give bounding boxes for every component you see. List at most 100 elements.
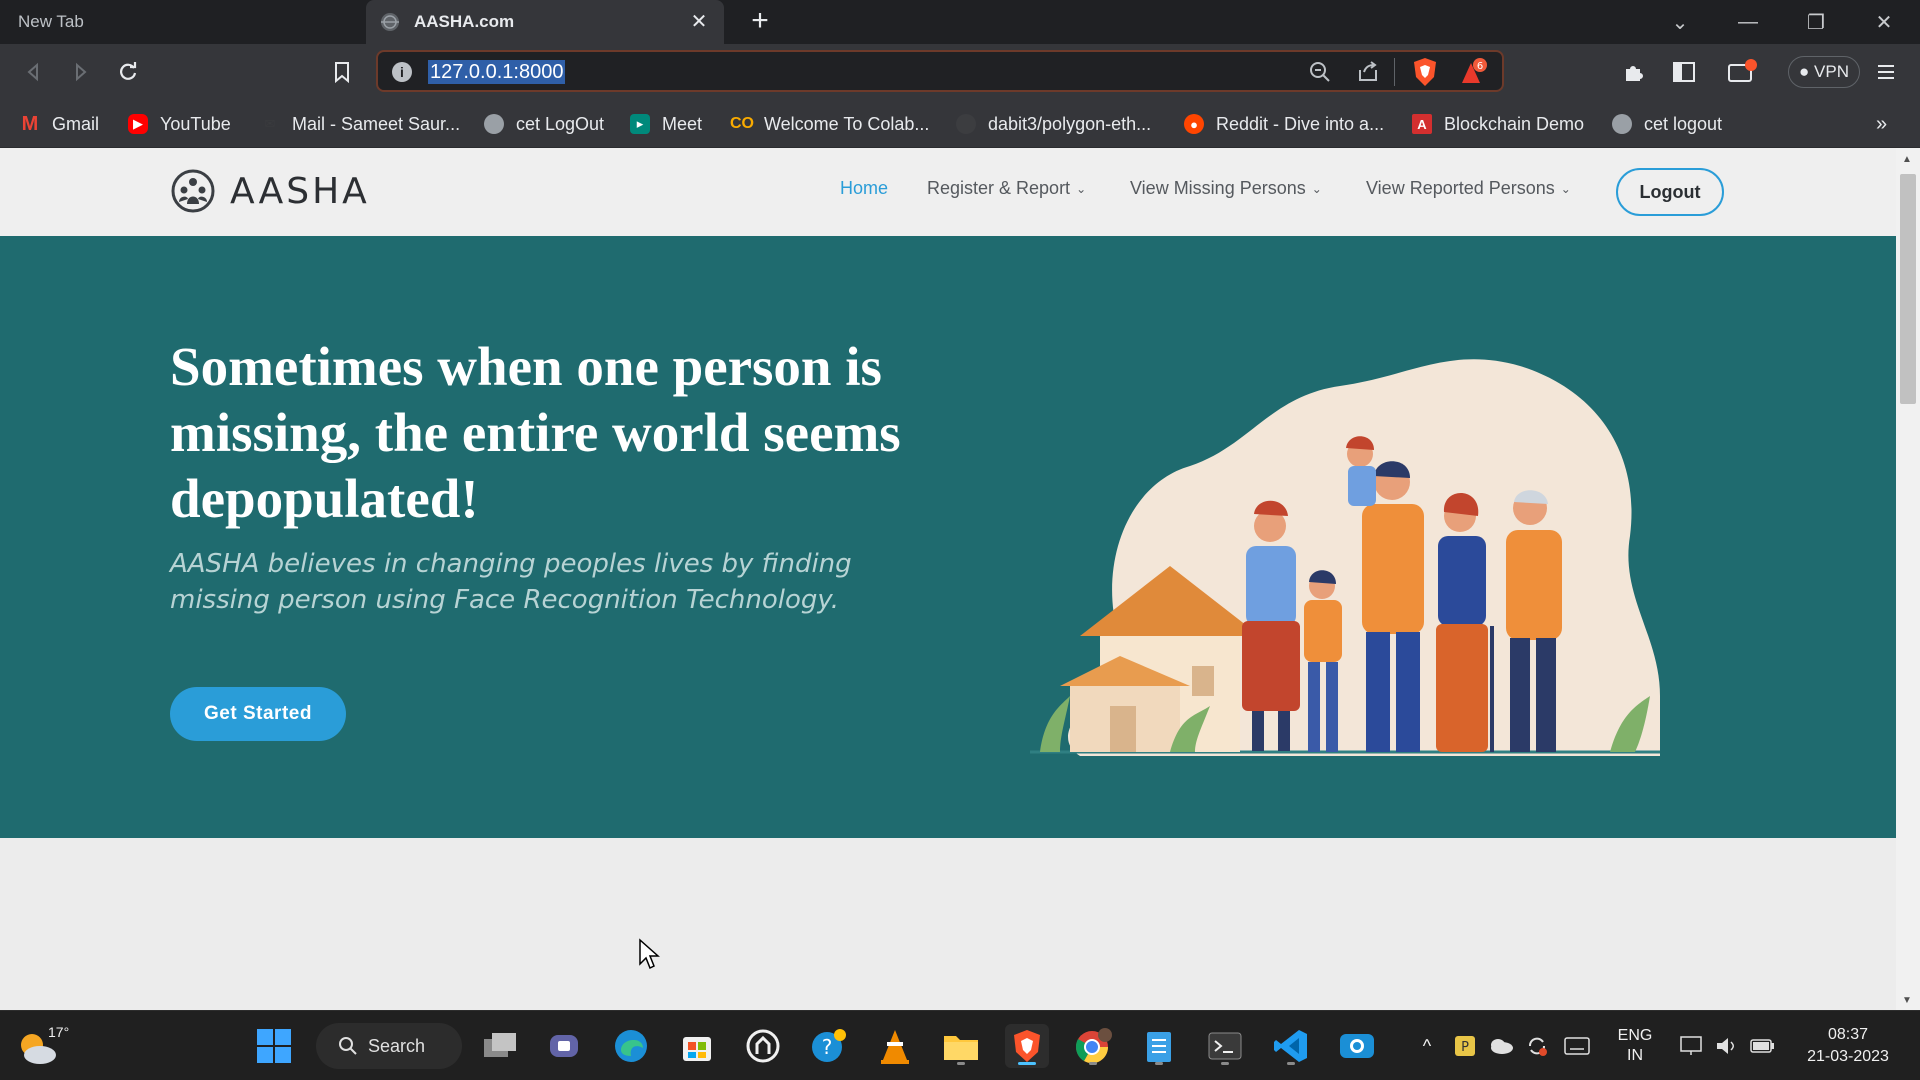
scroll-up-icon[interactable]: ▲ <box>1902 154 1912 165</box>
site-logo[interactable]: AASHA <box>170 168 370 214</box>
language-indicator[interactable]: ENG IN <box>1610 1011 1660 1080</box>
hero-section: Sometimes when one person is missing, th… <box>0 236 1896 838</box>
tab-search-icon[interactable]: ⌄ <box>1646 0 1714 44</box>
logout-button[interactable]: Logout <box>1616 168 1724 216</box>
mouse-cursor-icon <box>639 938 660 970</box>
browser-toolbar: i 127.0.0.1:8000 6 ● VPN <box>0 44 1920 100</box>
bookmark-youtube[interactable]: ▶ YouTube <box>128 110 231 138</box>
tray-app-icon[interactable]: P <box>1450 1011 1480 1080</box>
edge-icon[interactable] <box>609 1024 653 1068</box>
show-hidden-icons[interactable]: ^ <box>1412 1011 1442 1080</box>
sidebar-icon[interactable] <box>1668 56 1700 88</box>
zoom-icon[interactable] <box>1308 60 1332 89</box>
browser-tab-bar: New Tab AASHA.com ✕ + ⌄ — ❐ ✕ <box>0 0 1920 44</box>
scroll-down-icon[interactable]: ▼ <box>1902 995 1912 1006</box>
notepad-icon[interactable] <box>1137 1024 1181 1068</box>
tab-aasha[interactable]: AASHA.com ✕ <box>366 0 724 44</box>
divider <box>1394 58 1395 86</box>
svg-text:?: ? <box>822 1035 833 1059</box>
bookmark-icon[interactable] <box>326 56 358 88</box>
extensions-icon[interactable] <box>1618 56 1650 88</box>
task-view-icon[interactable] <box>478 1024 522 1068</box>
new-tab-button[interactable]: + <box>744 6 776 38</box>
brave-shields-icon[interactable] <box>1412 57 1438 92</box>
chrome-icon[interactable] <box>1071 1024 1115 1068</box>
camera-app-icon[interactable] <box>1335 1024 1379 1068</box>
terminal-icon[interactable] <box>1203 1024 1247 1068</box>
github-desktop-icon[interactable] <box>741 1024 785 1068</box>
wallet-icon[interactable] <box>1726 56 1758 88</box>
bookmark-gmail[interactable]: M Gmail <box>20 110 99 138</box>
hero-subtitle: AASHA believes in changing peoples lives… <box>170 549 852 615</box>
globe-icon <box>381 13 399 31</box>
taskbar-search[interactable]: Search <box>316 1023 462 1069</box>
search-icon <box>339 1037 357 1055</box>
nav-view-missing-persons[interactable]: View Missing Persons ⌄ <box>1130 178 1322 199</box>
reload-icon[interactable] <box>112 56 144 88</box>
brave-browser-icon[interactable] <box>1005 1024 1049 1068</box>
restore-icon[interactable]: ❐ <box>1782 0 1850 44</box>
close-window-icon[interactable]: ✕ <box>1850 0 1918 44</box>
meet-icon: ▸ <box>630 114 650 134</box>
tab-new-tab[interactable]: New Tab <box>0 0 364 44</box>
bookmark-blockchain-demo[interactable]: A Blockchain Demo <box>1412 110 1584 138</box>
address-bar[interactable]: i 127.0.0.1:8000 6 <box>376 50 1504 92</box>
bookmark-mail[interactable]: ✉ Mail - Sameet Saur... <box>260 110 461 138</box>
brave-rewards-icon[interactable]: 6 <box>1458 57 1488 92</box>
bookmark-cet-logout-2[interactable]: cet logout <box>1612 110 1722 138</box>
bookmark-meet[interactable]: ▸ Meet <box>630 110 702 138</box>
vpn-button[interactable]: ● VPN <box>1788 56 1860 88</box>
sync-icon[interactable] <box>1522 1011 1552 1080</box>
svg-text:P: P <box>1461 1040 1469 1055</box>
blockchain-demo-icon: A <box>1412 114 1432 134</box>
minimize-icon[interactable]: — <box>1714 0 1782 44</box>
bookmark-cet-logout[interactable]: cet LogOut <box>484 110 604 138</box>
help-icon[interactable]: ? <box>807 1024 851 1068</box>
onedrive-icon[interactable] <box>1486 1011 1516 1080</box>
chevron-down-icon: ⌄ <box>1076 181 1087 196</box>
bookmarks-overflow-button[interactable]: » <box>1876 110 1887 138</box>
microsoft-store-icon[interactable] <box>675 1024 719 1068</box>
menu-icon[interactable] <box>1870 56 1902 88</box>
web-page: AASHA Home Register & Report ⌄ View Miss… <box>0 148 1896 1010</box>
bookmark-reddit[interactable]: ● Reddit - Dive into a... <box>1184 110 1384 138</box>
scrollbar-thumb[interactable] <box>1900 174 1916 404</box>
youtube-icon: ▶ <box>128 114 148 134</box>
start-menu-icon[interactable] <box>252 1024 296 1068</box>
github-icon <box>956 114 976 134</box>
globe-icon <box>1612 114 1632 134</box>
tab-label: AASHA.com <box>414 12 515 31</box>
forward-icon[interactable] <box>64 56 96 88</box>
svg-text:6: 6 <box>1477 61 1483 72</box>
chevron-down-icon: ⌄ <box>1311 181 1322 196</box>
nav-view-reported-persons[interactable]: View Reported Persons ⌄ <box>1366 178 1571 199</box>
weather-widget[interactable]: 17° <box>14 1023 74 1069</box>
bookmark-colab[interactable]: CO Welcome To Colab... <box>730 110 929 138</box>
nav-register-report[interactable]: Register & Report ⌄ <box>927 178 1086 199</box>
gmail-icon: M <box>21 112 39 135</box>
site-navbar: AASHA Home Register & Report ⌄ View Miss… <box>0 148 1896 236</box>
bookmarks-bar: M Gmail ▶ YouTube ✉ Mail - Sameet Saur..… <box>0 100 1920 148</box>
clock[interactable]: 08:37 21-03-2023 <box>1790 1011 1906 1080</box>
page-scrollbar[interactable]: ▲ ▼ <box>1896 148 1920 1010</box>
chevron-down-icon: ⌄ <box>1560 181 1571 196</box>
share-icon[interactable] <box>1356 60 1380 89</box>
vlc-icon[interactable] <box>873 1024 917 1068</box>
volume-icon[interactable] <box>1712 1011 1742 1080</box>
family-illustration <box>1030 359 1660 756</box>
network-icon[interactable] <box>1676 1011 1706 1080</box>
mail-icon: ✉ <box>264 116 276 131</box>
get-started-button[interactable]: Get Started <box>170 687 346 741</box>
battery-icon[interactable] <box>1748 1011 1778 1080</box>
file-explorer-icon[interactable] <box>939 1024 983 1068</box>
keyboard-icon[interactable] <box>1562 1011 1592 1080</box>
nav-home[interactable]: Home <box>840 178 888 199</box>
globe-icon <box>484 114 504 134</box>
site-info-icon[interactable]: i <box>392 62 412 82</box>
url-text[interactable]: 127.0.0.1:8000 <box>428 60 566 84</box>
vscode-icon[interactable] <box>1269 1024 1313 1068</box>
bookmark-github[interactable]: dabit3/polygon-eth... <box>956 110 1151 138</box>
teams-chat-icon[interactable] <box>543 1024 587 1068</box>
close-tab-icon[interactable]: ✕ <box>688 11 710 33</box>
back-icon[interactable] <box>18 56 50 88</box>
